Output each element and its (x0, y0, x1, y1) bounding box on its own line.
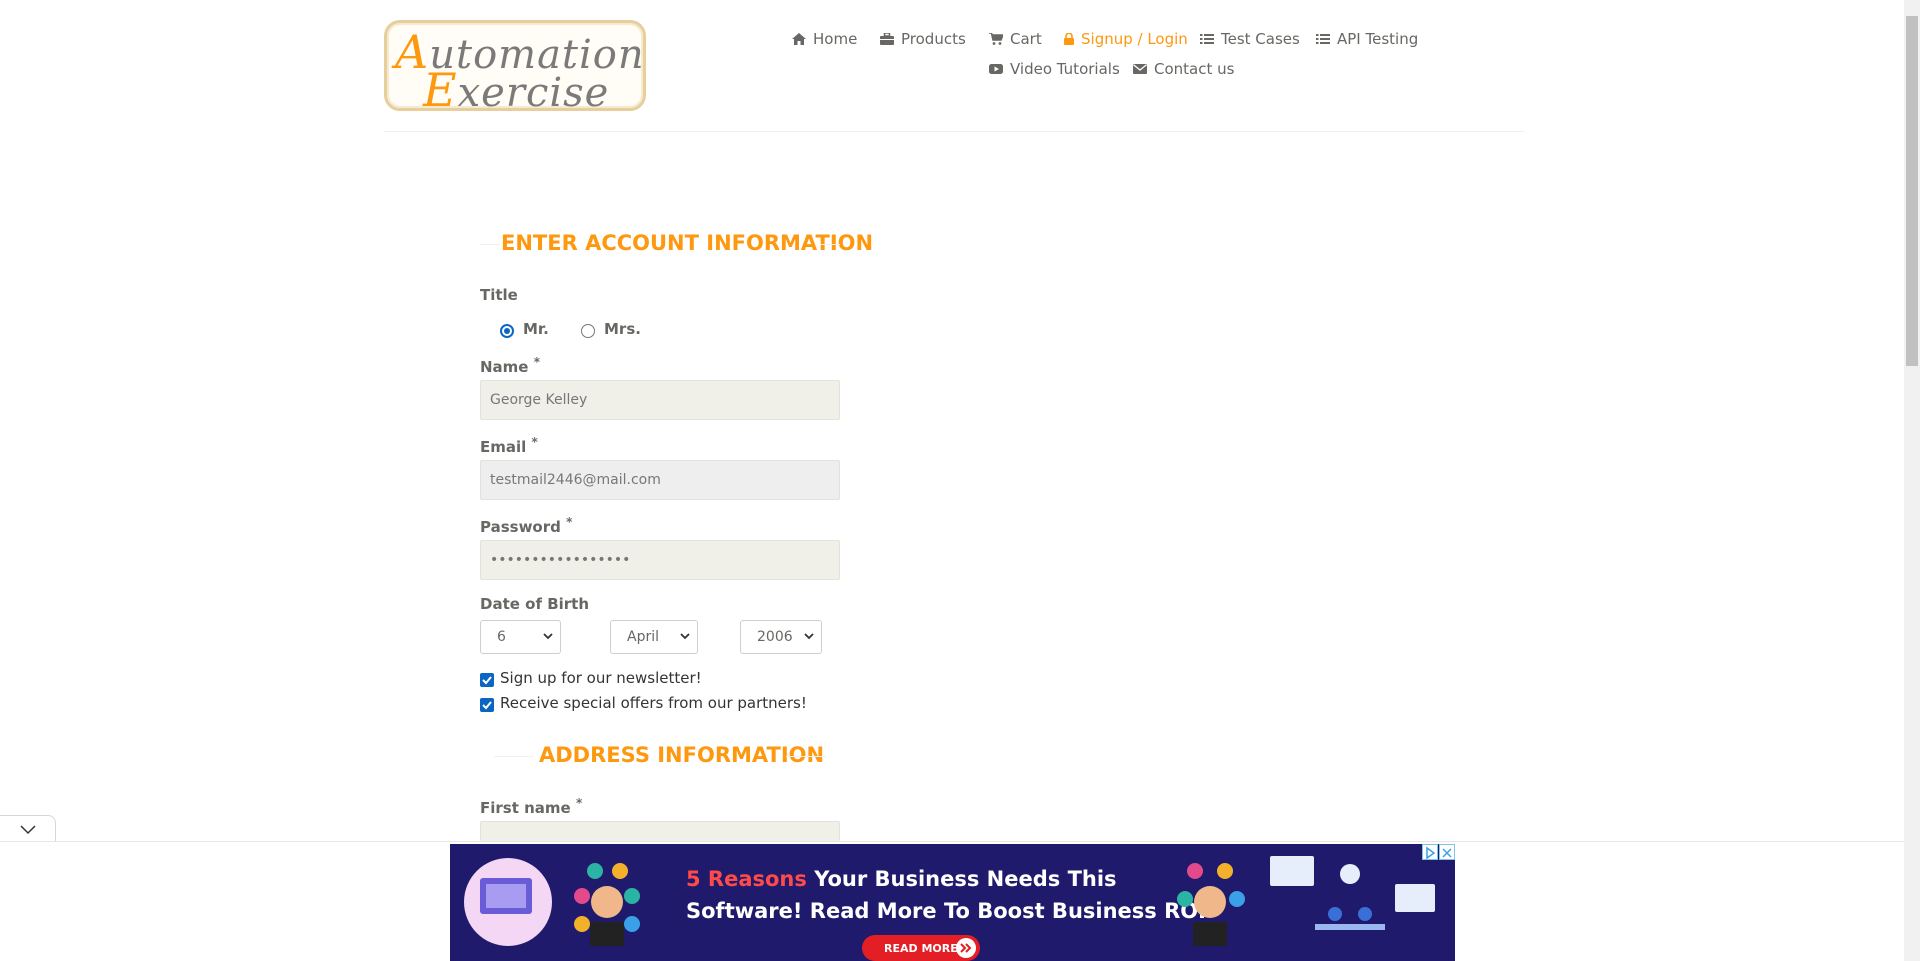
checkmark-icon (482, 701, 492, 710)
heading-line-right (820, 244, 840, 245)
chevron-down-icon (680, 633, 690, 640)
ad-headline-line-1: 5 Reasons Your Business Needs This (686, 867, 1117, 891)
logo-line-2: Exercise (423, 63, 610, 117)
email-input[interactable] (480, 460, 840, 500)
first-name-label: First name * (480, 796, 583, 817)
ad-divider (0, 841, 1904, 842)
title-mr-label[interactable]: Mr. (523, 320, 549, 338)
required-mark: * (533, 355, 540, 369)
nav-video-tutorials[interactable]: Video Tutorials (989, 60, 1120, 78)
products-icon (880, 33, 894, 45)
account-info-heading: ENTER ACCOUNT INFORMATION (501, 231, 874, 255)
ad-close-icon[interactable] (1439, 844, 1455, 860)
ad-choices-icon[interactable] (1422, 844, 1438, 860)
password-input[interactable] (480, 540, 840, 580)
lock-icon (1064, 33, 1074, 45)
site-logo[interactable]: Automation Exercise (384, 20, 646, 117)
offers-label[interactable]: Receive special offers from our partners… (500, 694, 807, 712)
password-label: Password * (480, 515, 573, 536)
ad-collapse-button[interactable] (0, 815, 56, 842)
name-input[interactable] (480, 380, 840, 420)
nav-products[interactable]: Products (880, 30, 966, 48)
ad-banner[interactable]: 5 Reasons Your Business Needs This Softw… (450, 844, 1455, 961)
nav-signup-login[interactable]: Signup / Login (1064, 30, 1188, 48)
nav-contact-us[interactable]: Contact us (1133, 60, 1234, 78)
header-divider (384, 131, 1524, 132)
title-label: Title (480, 286, 518, 304)
cart-icon (989, 33, 1003, 45)
first-name-input[interactable] (480, 821, 840, 841)
newsletter-label[interactable]: Sign up for our newsletter! (500, 669, 702, 687)
required-mark: * (566, 515, 573, 529)
address-info-heading: ADDRESS INFORMATION (539, 743, 825, 767)
ad-headline-line-2: Software! Read More To Boost Business RO… (686, 899, 1206, 923)
ad-read-more-button[interactable]: READ MORE (862, 935, 980, 961)
nav-api-testing[interactable]: API Testing (1316, 30, 1418, 48)
dob-month-select[interactable]: April (610, 620, 698, 654)
list-icon (1200, 34, 1214, 44)
home-icon (792, 33, 806, 45)
title-mrs-radio[interactable] (581, 324, 595, 338)
double-chevron-icon (956, 938, 976, 958)
dob-label: Date of Birth (480, 595, 590, 613)
chevron-down-icon (543, 633, 553, 640)
checkmark-icon (482, 676, 492, 685)
heading-line-left (494, 756, 534, 757)
required-mark: * (531, 435, 538, 449)
envelope-icon (1133, 64, 1147, 74)
ad-illustration-left (464, 858, 640, 946)
scrollbar-thumb[interactable] (1906, 16, 1918, 366)
nav-test-cases[interactable]: Test Cases (1200, 30, 1300, 48)
name-label: Name * (480, 355, 540, 376)
newsletter-checkbox[interactable] (480, 673, 494, 687)
heading-line-right (786, 756, 826, 757)
chevron-down-icon (20, 825, 36, 835)
dob-day-select[interactable]: 6 (480, 620, 561, 654)
email-label: Email * (480, 435, 538, 456)
title-mrs-label[interactable]: Mrs. (604, 320, 641, 338)
chevron-down-icon (804, 633, 814, 640)
nav-cart[interactable]: Cart (989, 30, 1042, 48)
list-icon (1316, 34, 1330, 44)
heading-line-left (480, 244, 500, 245)
youtube-icon (989, 64, 1003, 74)
required-mark: * (575, 796, 583, 810)
offers-checkbox[interactable] (480, 698, 494, 712)
ad-illustration-right (1177, 856, 1435, 946)
title-mr-radio[interactable] (500, 324, 514, 338)
nav-home[interactable]: Home (792, 30, 857, 48)
dob-year-select[interactable]: 2006 (740, 620, 822, 654)
